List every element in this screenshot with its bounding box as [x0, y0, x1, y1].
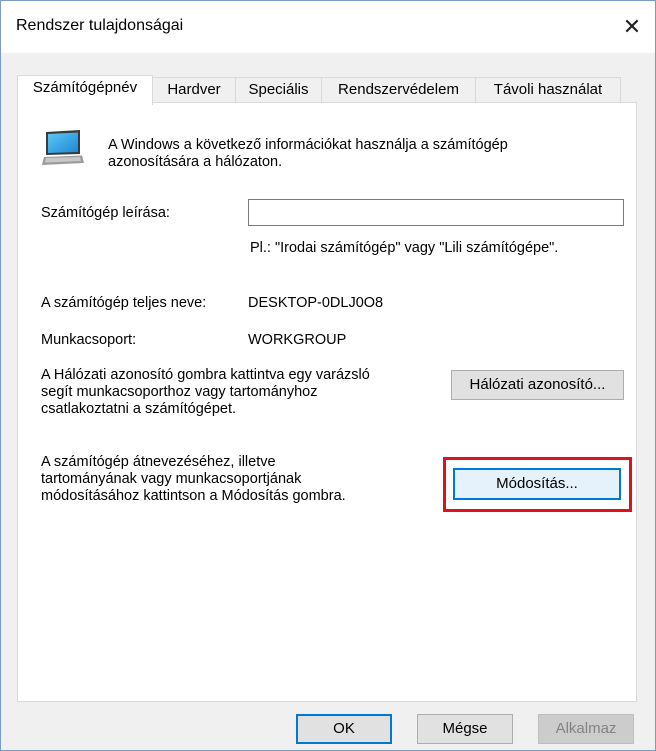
tab-hardware[interactable]: Hardver — [152, 77, 236, 103]
change-button[interactable]: Módosítás... — [453, 468, 621, 500]
description-input[interactable] — [248, 199, 624, 226]
computer-name-panel: A Windows a következő információkat hasz… — [17, 102, 637, 702]
rename-text-line3: módosításához kattintson a Módosítás gom… — [41, 488, 346, 504]
rename-text-line2: tartományának vagy munkacsoportjának — [41, 471, 302, 487]
description-hint: Pl.: "Irodai számítógép" vagy "Lili szám… — [250, 240, 559, 256]
close-icon[interactable]: ✕ — [609, 1, 655, 53]
tab-computer-name[interactable]: Számítógépnév — [17, 75, 153, 105]
full-name-value: DESKTOP-0DLJ0O8 — [248, 295, 384, 311]
network-id-text-line3: csatlakoztatni a számítógépet. — [41, 401, 237, 417]
tab-remote[interactable]: Távoli használat — [475, 77, 621, 103]
computer-monitor-icon — [42, 130, 84, 165]
network-id-text-line2: segít munkacsoporthoz vagy tartományhoz — [41, 384, 318, 400]
info-text-line2: azonosítására a hálózaton. — [108, 154, 283, 170]
system-properties-dialog: Rendszer tulajdonságai ✕ Számítógépnév H… — [0, 0, 656, 751]
rename-text-line1: A számítógép átnevezéséhez, illetve — [41, 454, 276, 470]
ok-button[interactable]: OK — [296, 714, 392, 744]
title-bar: Rendszer tulajdonságai ✕ — [1, 1, 655, 53]
network-id-text-line1: A Hálózati azonosító gombra kattintva eg… — [41, 367, 370, 383]
apply-button[interactable]: Alkalmaz — [538, 714, 634, 744]
info-text-line1: A Windows a következő információkat hasz… — [108, 137, 508, 153]
window-title: Rendszer tulajdonságai — [16, 17, 184, 34]
tab-advanced[interactable]: Speciális — [235, 77, 322, 103]
network-id-button[interactable]: Hálózati azonosító... — [451, 370, 624, 400]
cancel-button[interactable]: Mégse — [417, 714, 513, 744]
workgroup-value: WORKGROUP — [248, 332, 347, 348]
description-label: Számítógép leírása: — [41, 205, 170, 221]
tab-system-protection[interactable]: Rendszervédelem — [321, 77, 476, 103]
full-name-label: A számítógép teljes neve: — [41, 295, 207, 311]
workgroup-label: Munkacsoport: — [41, 332, 137, 348]
